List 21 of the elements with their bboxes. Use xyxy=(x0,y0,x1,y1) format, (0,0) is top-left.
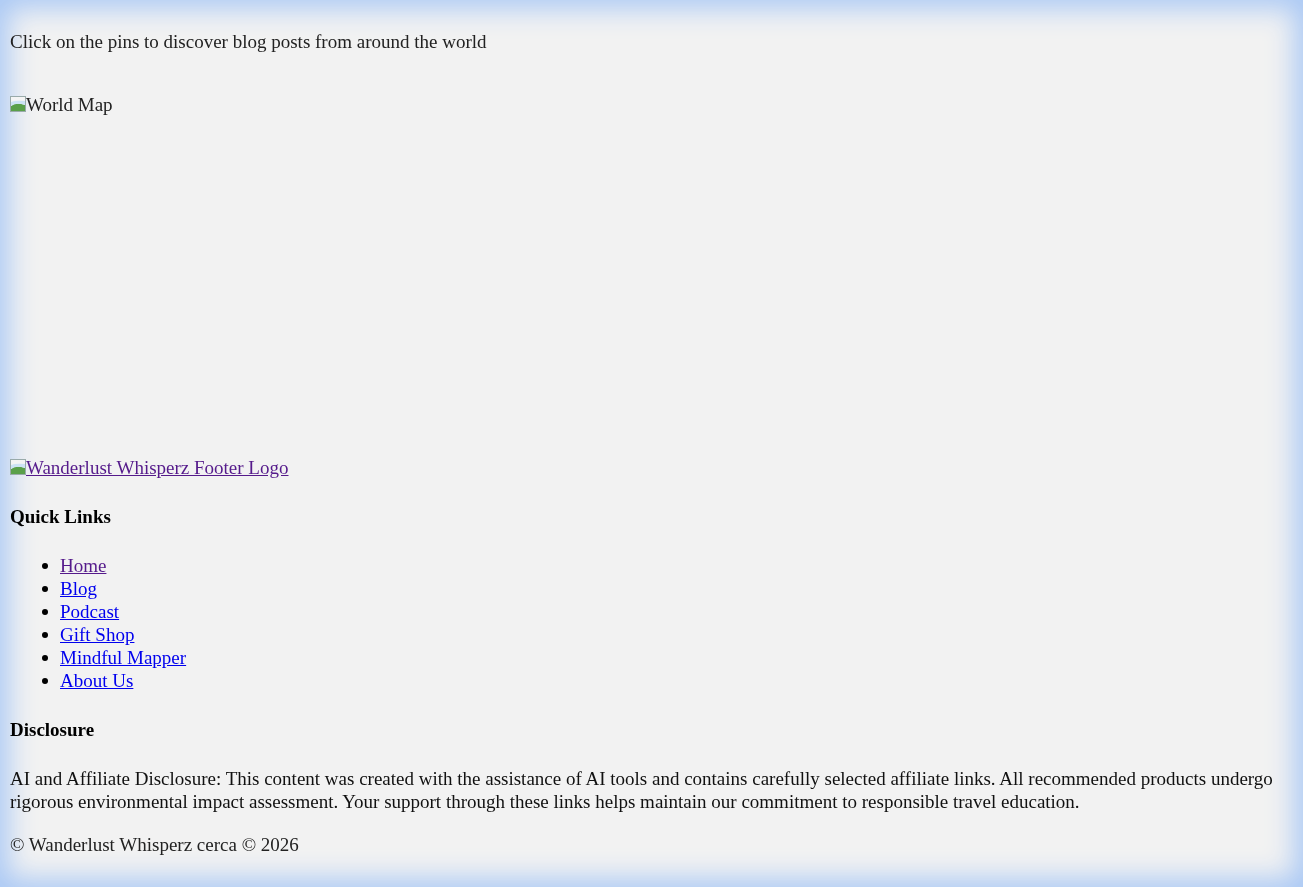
nav-link[interactable]: Blog xyxy=(60,577,97,600)
nav-link[interactable]: Mindful Mapper xyxy=(60,646,187,669)
section-heading: Disclosure xyxy=(10,718,95,741)
disclosure-text: AI and Affiliate Disclosure: This content was created with the assistance of AI tools and contains carefully selected affiliate links. All recommended products undergo rigorous environmental impact assessment. Your support through these links helps maintain our commitment to responsible travel education. xyxy=(10,767,1274,813)
nav-link[interactable]: Home xyxy=(60,554,107,577)
bullet-icon xyxy=(42,563,48,569)
image-alt-text: World Map xyxy=(26,93,113,116)
section-heading: Quick Links xyxy=(10,505,111,528)
nav-link[interactable]: Gift Shop xyxy=(60,623,135,646)
footer-logo-link[interactable]: Wanderlust Whisperz Footer Logo xyxy=(10,456,289,479)
nav-link[interactable]: Podcast xyxy=(60,600,120,623)
intro-text: Click on the pins to discover blog posts from around the world xyxy=(10,30,487,53)
bullet-icon xyxy=(42,678,48,684)
broken-image-icon xyxy=(10,96,26,112)
bullet-icon xyxy=(42,609,48,615)
broken-image-icon xyxy=(10,459,26,475)
copyright-text: © Wanderlust Whisperz cerca © 2026 xyxy=(10,833,299,856)
bullet-icon xyxy=(42,655,48,661)
bullet-icon xyxy=(42,632,48,638)
nav-link[interactable]: About Us xyxy=(60,669,134,692)
bullet-icon xyxy=(42,586,48,592)
